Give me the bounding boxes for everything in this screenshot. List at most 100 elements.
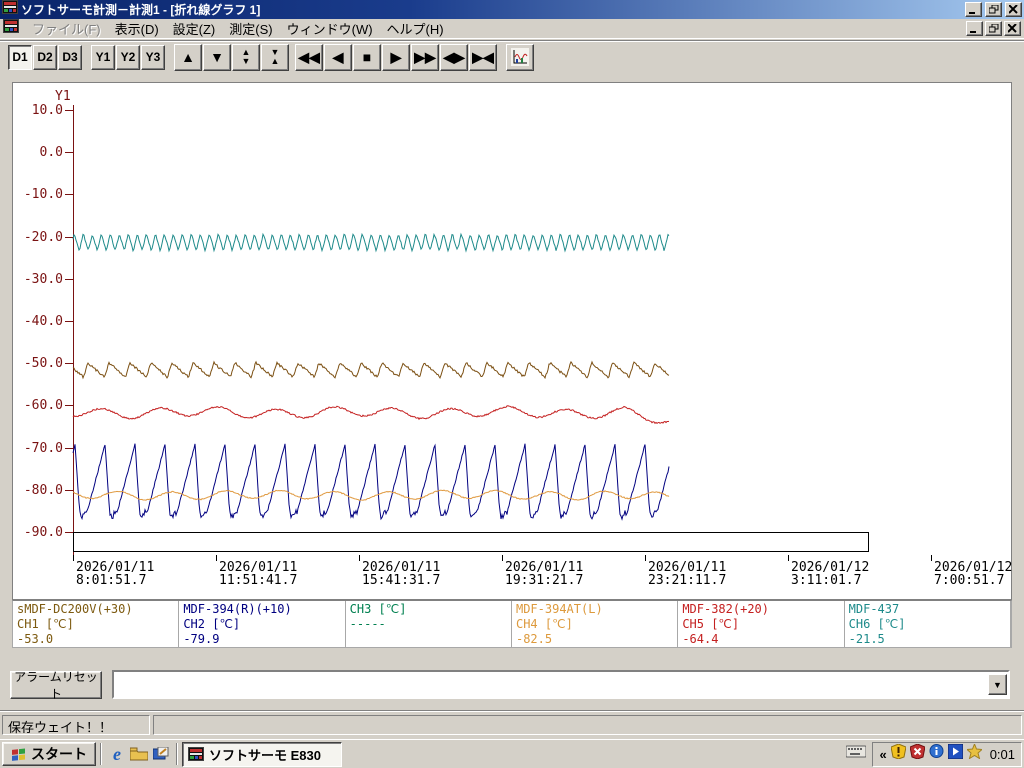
- legend-cell-ch6: MDF-437 CH6 [℃] -21.5: [845, 601, 1011, 647]
- menu-help[interactable]: ヘルプ(H): [380, 20, 451, 39]
- folder-icon[interactable]: [129, 744, 149, 764]
- x-tick-mark: [216, 555, 217, 561]
- series-ch2: [72, 443, 670, 521]
- y-tick-mark: [65, 110, 73, 111]
- x-tick-label: 2026/01/11 23:21:11.7: [648, 560, 727, 588]
- menu-file: ファイル(F): [32, 21, 101, 37]
- toolbar-d3-button[interactable]: D3: [58, 44, 82, 70]
- windows-logo-icon: [12, 748, 25, 761]
- minimize-button[interactable]: [965, 2, 982, 17]
- toolbar-expand-vertical-button[interactable]: ▲ ▼: [232, 43, 260, 71]
- toolbar-scroll-up-button[interactable]: ▲: [174, 43, 202, 71]
- legend-cell-ch4: MDF-394AT(L) CH4 [℃] -82.5: [512, 601, 679, 647]
- media-play-tray-icon[interactable]: [947, 743, 964, 764]
- y-tick-mark: [65, 236, 73, 238]
- y-tick-label: -70.0: [23, 440, 63, 456]
- toolbar-expand-horizontal-button[interactable]: ◀▶: [440, 43, 468, 71]
- alarm-combobox[interactable]: ▼: [112, 670, 1010, 699]
- toolbar-d1-button[interactable]: D1: [8, 44, 32, 70]
- channel-value: -79.9: [183, 632, 220, 646]
- channel-name: MDF-437: [848, 602, 900, 616]
- task-button-softthermo[interactable]: ソフトサーモ E830: [182, 741, 342, 767]
- menu-items: ファイル(F) 表示(D) 設定(Z) 測定(S) ウィンドウ(W) ヘルプ(H): [25, 19, 451, 39]
- keyboard-layout-icon[interactable]: [845, 745, 867, 763]
- mdi-child-icon[interactable]: [3, 19, 19, 38]
- x-tick-label: 2026/01/11 19:31:21.7: [505, 560, 584, 588]
- status-panel-2: [153, 714, 1022, 735]
- channel-name: MDF-382(+20): [682, 602, 770, 616]
- x-tick-mark: [788, 555, 789, 561]
- channel-value: -21.5: [848, 632, 885, 646]
- task-button-label: ソフトサーモ E830: [209, 747, 321, 763]
- y-tick-label: -30.0: [23, 271, 63, 287]
- menu-setting[interactable]: 設定(Z): [166, 20, 223, 39]
- channel-label: CH5 [℃]: [682, 617, 740, 631]
- channel-label: CH6 [℃]: [848, 617, 906, 631]
- toolbar: D1 D2 D3 Y1 Y2 Y3 ▲ ▼ ▲ ▼ ▼ ▲ ◀◀ ◀ ■ ▶ ▶▶ ◀▶ ▶◀: [0, 40, 1024, 73]
- series-ch1: [72, 360, 670, 380]
- channel-legend: sMDF-DC200V(+30) CH1 [℃] -53.0 MDF-394(R)(+…: [12, 600, 1012, 648]
- channel-label: CH2 [℃]: [183, 617, 241, 631]
- toolbar-y2-button[interactable]: Y2: [116, 44, 140, 70]
- info-balloon-icon[interactable]: [929, 744, 944, 764]
- alarm-reset-button[interactable]: アラームリセット: [10, 670, 102, 701]
- mdi-restore-button[interactable]: [985, 21, 1002, 36]
- combo-dropdown-arrow-icon[interactable]: ▼: [988, 674, 1007, 695]
- menu-bar: ファイル(F) 表示(D) 設定(Z) 測定(S) ウィンドウ(W) ヘルプ(H): [0, 19, 1024, 39]
- close-button[interactable]: [1005, 2, 1022, 17]
- y-tick-label: 10.0: [31, 103, 63, 118]
- taskbar-clock: 0:01: [989, 746, 1015, 762]
- security-alert-shield-icon[interactable]: [890, 743, 907, 764]
- tray-chevron-icon[interactable]: «: [879, 747, 886, 762]
- taskbar: スタート e ソフトサーモ E830 « 0:01: [0, 739, 1024, 768]
- channel-name: MDF-394(R)(+10): [183, 602, 292, 616]
- y-tick-mark: [65, 489, 73, 491]
- channel-label: CH1 [℃]: [17, 617, 74, 631]
- internet-explorer-icon[interactable]: e: [107, 744, 127, 764]
- y-tick-label: -20.0: [23, 229, 63, 245]
- y-tick-mark: [65, 194, 73, 196]
- status-message: 保存ウェイト！！: [2, 714, 150, 735]
- window-title: ソフトサーモ計測－計測1 - [折れ線グラフ 1]: [21, 3, 261, 17]
- toolbar-stop-button[interactable]: ■: [353, 43, 381, 71]
- x-tick-label: 2026/01/11 11:51:41.7: [219, 560, 298, 588]
- toolbar-step-left-button[interactable]: ◀: [324, 43, 352, 71]
- show-desktop-icon[interactable]: [151, 744, 171, 764]
- toolbar-shrink-horizontal-button[interactable]: ▶◀: [469, 43, 497, 71]
- toolbar-y1-button[interactable]: Y1: [91, 44, 115, 70]
- channel-label: CH3 [℃]: [349, 602, 407, 616]
- legend-cell-ch1: sMDF-DC200V(+30) CH1 [℃] -53.0: [13, 601, 180, 647]
- toolbar-y3-button[interactable]: Y3: [141, 44, 165, 70]
- channel-name: sMDF-DC200V(+30): [17, 602, 133, 616]
- toolbar-step-right-button[interactable]: ▶: [382, 43, 410, 71]
- menu-view[interactable]: 表示(D): [108, 20, 166, 39]
- security-error-shield-icon[interactable]: [909, 743, 926, 764]
- menu-measure[interactable]: 測定(S): [222, 20, 279, 39]
- y-tick-label: -90.0: [23, 525, 63, 540]
- start-button[interactable]: スタート: [2, 742, 96, 766]
- toolbar-rewind-button[interactable]: ◀◀: [295, 43, 323, 71]
- mdi-close-button[interactable]: [1004, 21, 1021, 36]
- toolbar-fast-forward-button[interactable]: ▶▶: [411, 43, 439, 71]
- mdi-minimize-button[interactable]: [966, 21, 983, 36]
- channel-value: -82.5: [515, 632, 553, 646]
- star-tray-icon[interactable]: [965, 742, 983, 764]
- menu-window[interactable]: ウィンドウ(W): [280, 20, 380, 39]
- y-tick-label: -40.0: [23, 314, 63, 329]
- y-tick-label: -10.0: [23, 187, 63, 203]
- x-tick-mark: [645, 555, 646, 561]
- graph-icon: [511, 48, 529, 66]
- toolbar-d2-button[interactable]: D2: [33, 44, 57, 70]
- status-bar: 保存ウェイト！！: [0, 710, 1024, 739]
- channel-value: -53.0: [17, 632, 54, 646]
- toolbar-shrink-vertical-button[interactable]: ▼ ▲: [261, 43, 289, 71]
- toolbar-scroll-down-button[interactable]: ▼: [203, 43, 231, 71]
- window-titlebar: ソフトサーモ計測－計測1 - [折れ線グラフ 1]: [0, 0, 1024, 19]
- x-tick-mark: [359, 555, 360, 561]
- y-tick-mark: [65, 152, 73, 154]
- restore-button[interactable]: [985, 2, 1002, 17]
- time-range-box: [73, 532, 869, 552]
- graph-icon-button[interactable]: [506, 43, 534, 71]
- chart-curves: [72, 232, 670, 521]
- y-tick-label: 0.0: [39, 145, 63, 161]
